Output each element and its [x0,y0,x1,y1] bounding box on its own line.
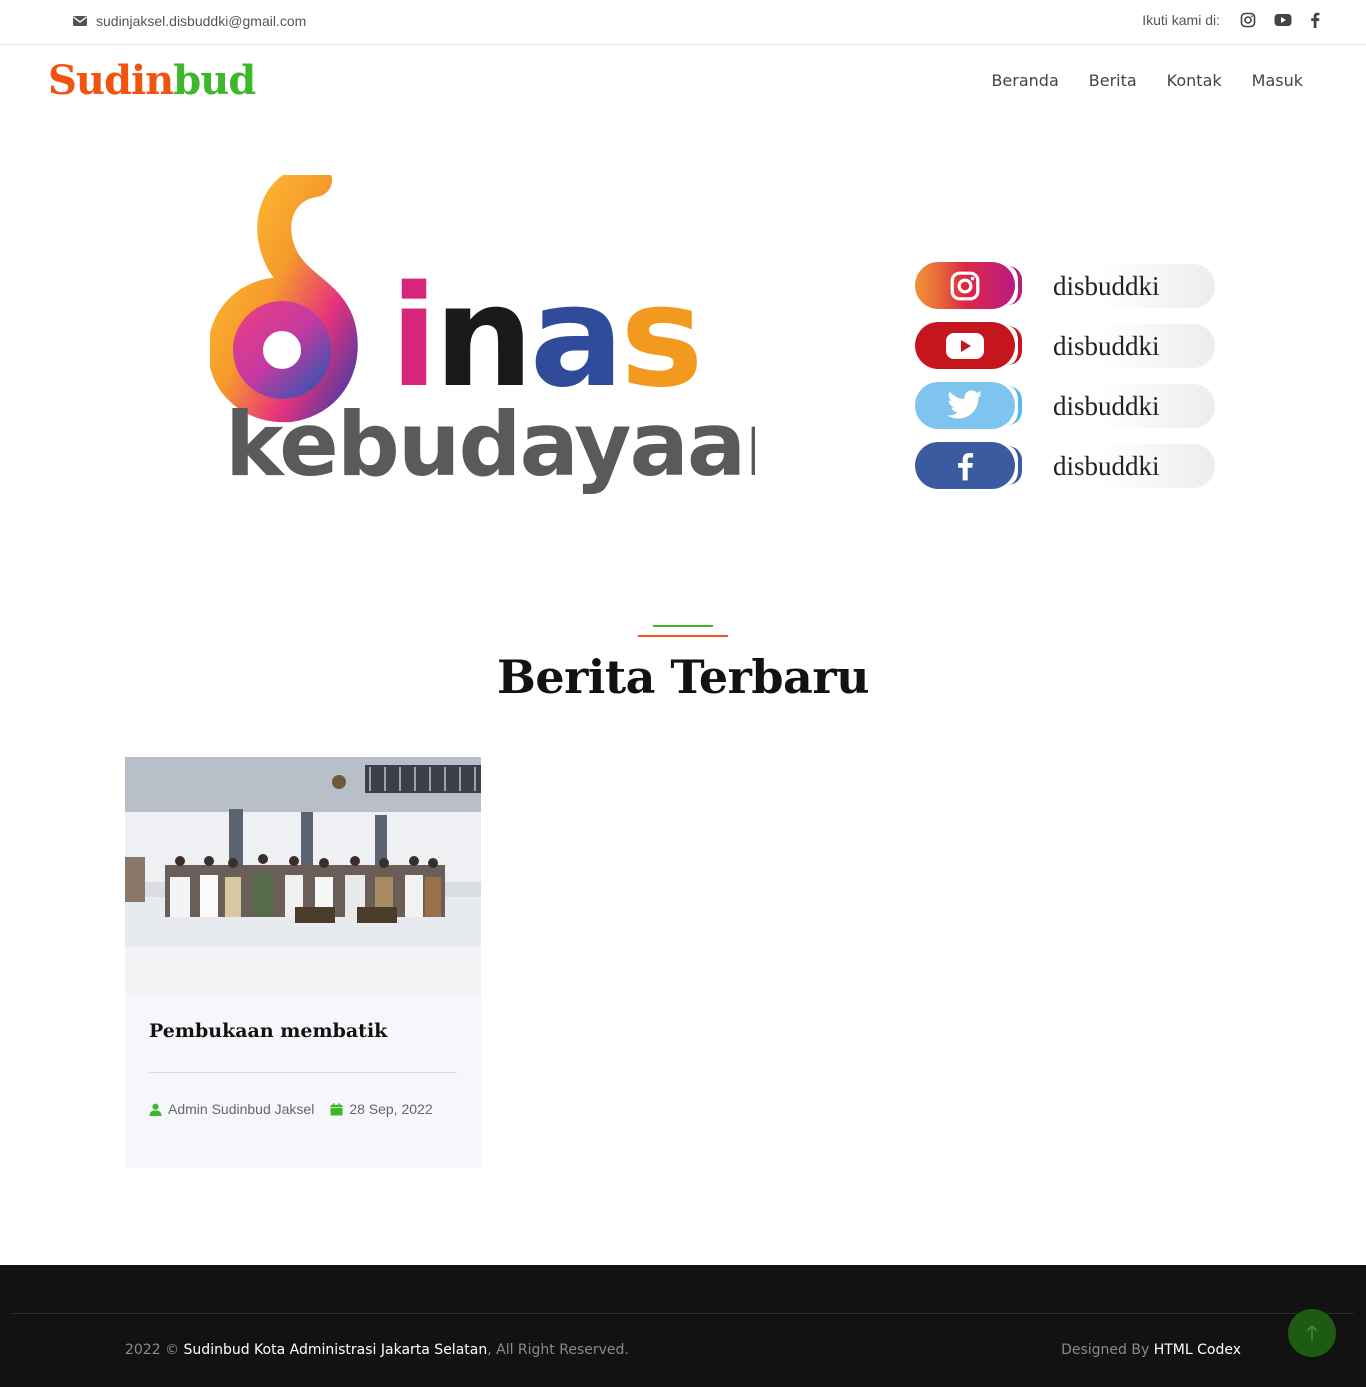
news-meta: Admin Sudinbud Jaksel 28 Sep, 2022 [149,1097,449,1123]
social-row-instagram[interactable]: disbuddki [913,262,1223,309]
youtube-handle: disbuddki [1025,324,1215,368]
social-row-twitter[interactable]: disbuddki [913,382,1223,429]
nav-item-berita[interactable]: Berita [1089,71,1137,90]
news-author: Admin Sudinbud Jaksel [149,1097,314,1121]
calendar-icon [330,1102,343,1116]
facebook-icon [958,452,974,480]
news-title[interactable]: Pembukaan membatik [149,1020,387,1042]
twitter-handle: disbuddki [1025,384,1215,428]
social-handles: disbuddki disbuddki disbuddki disbuddki [913,262,1223,502]
contact-email[interactable]: sudinjaksel.disbuddki@gmail.com [72,13,306,29]
back-to-top-button[interactable] [1288,1309,1336,1357]
instagram-handle: disbuddki [1025,264,1215,308]
news-date-text: 28 Sep, 2022 [349,1101,433,1117]
nav-item-masuk[interactable]: Masuk [1252,71,1303,90]
brand-part-1: Sudin [48,57,174,104]
copyright-year: 2022 © [125,1342,180,1358]
twitter-pill [915,382,1015,429]
main-navbar: Sudinbud Beranda Berita Kontak Masuk [0,45,1366,120]
section-title: Berita Terbaru [496,650,870,704]
footer-divider [12,1313,1354,1314]
copyright-rights: , All Right Reserved. [487,1342,629,1358]
instagram-icon[interactable] [1240,12,1256,28]
youtube-pill [915,322,1015,369]
dinas-kebudayaan-logo: inas kebudayaan [210,175,755,496]
card-separator [149,1072,457,1073]
copyright-org[interactable]: Sudinbud Kota Administrasi Jakarta Selat… [184,1342,488,1358]
instagram-pill [915,262,1015,309]
user-icon [149,1103,162,1116]
event-photo [125,757,481,994]
news-card[interactable]: Pembukaan membatik Admin Sudinbud Jaksel… [125,757,481,1168]
site-footer: 2022 © Sudinbud Kota Administrasi Jakart… [0,1265,1366,1387]
brand-part-2: bud [173,57,256,104]
logo-text-kebudayaan: kebudayaan [225,393,755,496]
copyright: 2022 © Sudinbud Kota Administrasi Jakart… [125,1342,629,1358]
twitter-icon [947,389,983,419]
social-row-youtube[interactable]: disbuddki [913,322,1223,369]
section-divider [638,625,728,637]
hero-banner: inas kebudayaan disbuddki disbuddki disb… [0,120,1366,590]
designer-link[interactable]: HTML Codex [1154,1342,1241,1358]
envelope-icon [73,16,87,26]
follow-label: Ikuti kami di: [1142,12,1220,28]
news-date: 28 Sep, 2022 [330,1097,433,1121]
follow-us: Ikuti kami di: [1142,12,1320,28]
designer-credit: Designed By HTML Codex [1061,1342,1241,1358]
nav-item-beranda[interactable]: Beranda [991,71,1058,90]
nav-item-kontak[interactable]: Kontak [1167,71,1222,90]
news-photo[interactable] [125,757,481,994]
youtube-icon[interactable] [1274,13,1292,27]
arrow-up-icon [1306,1324,1318,1341]
facebook-handle: disbuddki [1025,444,1215,488]
instagram-icon [950,271,980,300]
news-author-name: Admin Sudinbud Jaksel [168,1101,315,1117]
site-brand[interactable]: Sudinbud [48,57,256,104]
nav-menu: Beranda Berita Kontak Masuk [991,71,1303,90]
facebook-pill [915,442,1015,489]
youtube-icon [946,332,984,359]
social-row-facebook[interactable]: disbuddki [913,442,1223,489]
designed-by-label: Designed By [1061,1342,1150,1358]
contact-email-text: sudinjaksel.disbuddki@gmail.com [96,13,307,29]
top-bar: sudinjaksel.disbuddki@gmail.com Ikuti ka… [0,0,1366,45]
facebook-icon[interactable] [1310,12,1320,28]
